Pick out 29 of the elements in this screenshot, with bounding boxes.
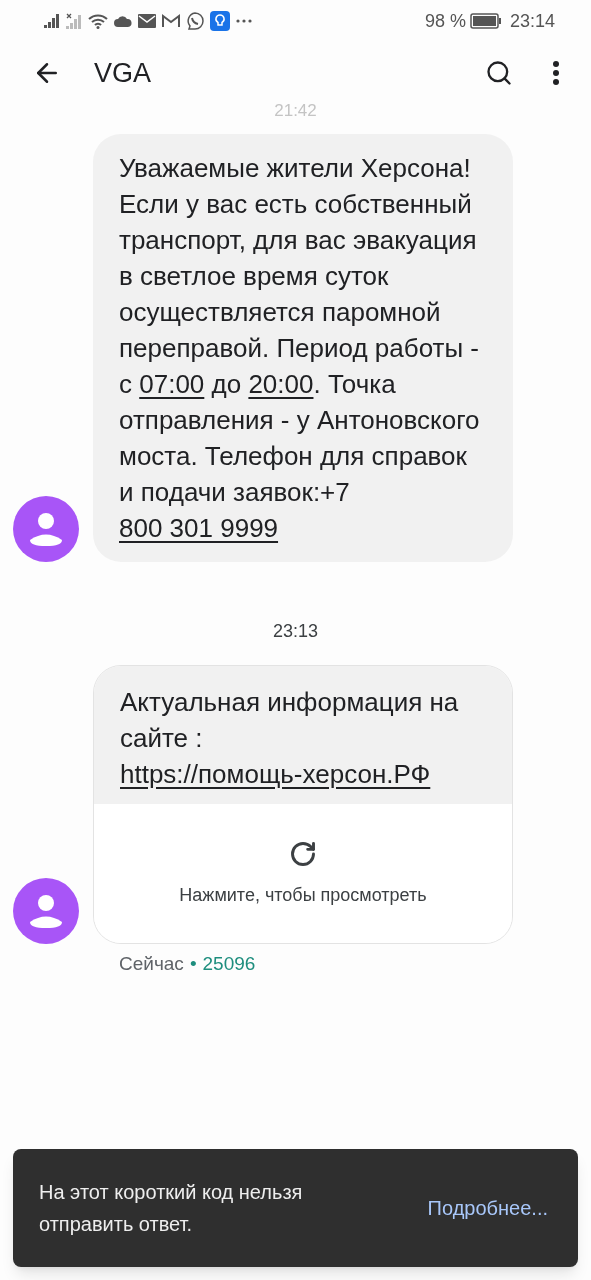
mail-icon xyxy=(138,14,156,28)
avatar-icon xyxy=(13,877,79,944)
avatar-icon xyxy=(13,495,79,562)
bulb-icon xyxy=(210,11,230,31)
signal-icon xyxy=(66,13,82,29)
conversation-title: VGA xyxy=(94,56,152,90)
phone-bubble-icon xyxy=(186,12,204,30)
timestamp: 23:13 xyxy=(272,619,318,643)
signal-icon xyxy=(44,14,60,28)
message-link[interactable]: 07:00 xyxy=(139,368,205,399)
clock: 23:14 xyxy=(509,9,555,33)
battery-percent: 98 % xyxy=(424,9,466,33)
wifi-icon xyxy=(88,13,108,29)
reload-icon xyxy=(289,839,317,868)
separator-dot: • xyxy=(189,951,197,976)
message-link[interactable]: 20:00 xyxy=(248,368,314,399)
message-text: Уважаемые жители Херсона! Если у вас есть собственный транспорт, для вас эвакуация в светлое время суток осуществляется паромной переправой. Период работы - с 07:00 до 20:00. Точка отправления - у Антоновского моста. Телефон для справок и подачи заявок:+7 800 301 9999 xyxy=(119,151,481,545)
message-link[interactable]: https://помощь-херсон.РФ xyxy=(120,758,431,789)
sender-number: 25096 xyxy=(202,951,256,976)
message-time: Сейчас xyxy=(119,951,184,976)
cloud-icon xyxy=(114,15,132,27)
more-icon xyxy=(236,19,252,23)
mail-icon xyxy=(162,14,180,28)
message-link[interactable]: 800 301 9999 xyxy=(119,512,279,543)
learn-more-button[interactable]: Подробнее... xyxy=(427,1193,548,1223)
faded-timestamp: 21:42 xyxy=(274,100,317,122)
battery-icon xyxy=(469,13,502,29)
snackbar-message: На этот короткий код нельзя отправить ответ. xyxy=(39,1180,304,1237)
message-text: Актуальная информация на сайте : https://помощь-херсон.РФ xyxy=(120,685,460,791)
